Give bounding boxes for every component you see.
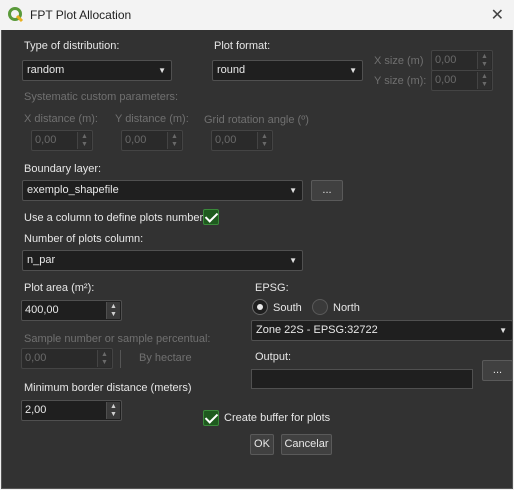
boundary-select[interactable]: exemplo_shapefile ▼	[22, 180, 303, 201]
output-label: Output:	[255, 351, 292, 363]
plot-area-spinbox[interactable]: 400,00 ▲ ▼	[21, 300, 122, 321]
spin-up-icon[interactable]: ▲	[81, 133, 88, 140]
spin-up-icon[interactable]: ▲	[171, 133, 178, 140]
distribution-label: Type of distribution:	[24, 40, 120, 52]
divider	[120, 350, 121, 368]
spin-down-icon[interactable]: ▼	[110, 311, 117, 318]
y-distance-value: 0,00	[125, 134, 147, 146]
y-size-spinbox[interactable]: 0,00 ▲ ▼	[431, 70, 493, 91]
south-label: South	[273, 302, 302, 314]
boundary-browse-button[interactable]: ...	[311, 180, 343, 201]
rotation-spinbox[interactable]: 0,00 ▲ ▼	[211, 130, 273, 151]
border-distance-value: 2,00	[25, 404, 47, 416]
qgis-logo-icon	[8, 7, 24, 23]
spin-buttons[interactable]: ▲ ▼	[106, 302, 120, 319]
buffer-label: Create buffer for plots	[224, 412, 331, 424]
ok-button[interactable]: OK	[250, 434, 274, 455]
boundary-value: exemplo_shapefile	[27, 184, 119, 196]
sample-label: Sample number or sample percentual:	[24, 333, 211, 345]
spin-buttons[interactable]: ▲ ▼	[257, 132, 271, 149]
epsg-label: EPSG:	[255, 282, 289, 294]
use-column-checkbox[interactable]	[203, 209, 219, 225]
spin-buttons[interactable]: ▲ ▼	[477, 52, 491, 69]
plot-format-label: Plot format:	[214, 40, 271, 52]
by-hectare-label: By hectare	[139, 352, 192, 364]
window-title: FPT Plot Allocation	[30, 8, 132, 22]
y-distance-spinbox[interactable]: 0,00 ▲ ▼	[121, 130, 183, 151]
chevron-down-icon: ▼	[158, 66, 166, 75]
plots-column-value: n_par	[27, 254, 56, 266]
spin-buttons[interactable]: ▲ ▼	[167, 132, 181, 149]
x-distance-spinbox[interactable]: 0,00 ▲ ▼	[31, 130, 93, 151]
x-distance-value: 0,00	[35, 134, 57, 146]
border-distance-spinbox[interactable]: 2,00 ▲ ▼	[21, 400, 122, 421]
spin-down-icon[interactable]: ▼	[481, 61, 488, 68]
rotation-value: 0,00	[215, 134, 237, 146]
spin-up-icon[interactable]: ▲	[481, 73, 488, 80]
distribution-value: random	[27, 64, 65, 76]
x-size-spinbox[interactable]: 0,00 ▲ ▼	[431, 50, 493, 71]
south-radio[interactable]	[252, 299, 268, 315]
boundary-label: Boundary layer:	[24, 163, 102, 175]
spin-down-icon[interactable]: ▼	[110, 411, 117, 418]
dialog-body: Type of distribution: random ▼ Plot form…	[1, 30, 513, 489]
border-distance-label: Minimum border distance (meters)	[24, 382, 192, 394]
chevron-down-icon: ▼	[349, 66, 357, 75]
spin-down-icon[interactable]: ▼	[171, 141, 178, 148]
spin-down-icon[interactable]: ▼	[481, 81, 488, 88]
spin-up-icon[interactable]: ▲	[101, 351, 108, 358]
close-icon[interactable]: ✕	[491, 5, 504, 25]
plots-column-select[interactable]: n_par ▼	[22, 250, 303, 271]
x-size-label: X size (m)	[374, 55, 424, 67]
plot-format-select[interactable]: round ▼	[212, 60, 363, 81]
plot-area-value: 400,00	[25, 304, 59, 316]
title-bar: FPT Plot Allocation ✕	[0, 0, 514, 30]
north-label: North	[333, 302, 360, 314]
distribution-select[interactable]: random ▼	[22, 60, 172, 81]
output-browse-button[interactable]: ...	[482, 360, 513, 381]
rotation-label: Grid rotation angle (º)	[204, 114, 309, 126]
spin-up-icon[interactable]: ▲	[261, 133, 268, 140]
zone-select[interactable]: Zone 22S - EPSG:32722 ▼	[251, 320, 513, 341]
spin-buttons[interactable]: ▲ ▼	[77, 132, 91, 149]
spin-up-icon[interactable]: ▲	[110, 303, 117, 310]
plots-column-label: Number of plots column:	[24, 233, 144, 245]
sample-value: 0,00	[25, 352, 47, 364]
chevron-down-icon: ▼	[289, 186, 297, 195]
output-path-field[interactable]	[251, 369, 473, 389]
x-size-value: 0,00	[435, 54, 457, 66]
spin-up-icon[interactable]: ▲	[481, 53, 488, 60]
spin-buttons[interactable]: ▲ ▼	[477, 72, 491, 89]
y-distance-label: Y distance (m):	[115, 113, 189, 125]
y-size-value: 0,00	[435, 74, 457, 86]
north-radio[interactable]	[312, 299, 328, 315]
chevron-down-icon: ▼	[289, 256, 297, 265]
spin-down-icon[interactable]: ▼	[81, 141, 88, 148]
y-size-label: Y size (m):	[374, 75, 427, 87]
spin-down-icon[interactable]: ▼	[261, 141, 268, 148]
chevron-down-icon: ▼	[499, 326, 507, 335]
plot-format-value: round	[217, 64, 246, 76]
x-distance-label: X distance (m):	[24, 113, 98, 125]
spin-up-icon[interactable]: ▲	[110, 403, 117, 410]
plot-area-label: Plot area (m²):	[24, 282, 95, 294]
spin-buttons[interactable]: ▲ ▼	[97, 350, 111, 367]
sample-spinbox[interactable]: 0,00 ▲ ▼	[21, 348, 113, 369]
spin-down-icon[interactable]: ▼	[101, 359, 108, 366]
buffer-checkbox[interactable]	[203, 410, 219, 426]
zone-value: Zone 22S - EPSG:32722	[256, 324, 378, 336]
spin-buttons[interactable]: ▲ ▼	[106, 402, 120, 419]
cancel-button[interactable]: Cancelar	[281, 434, 332, 455]
use-column-label: Use a column to define plots number	[24, 212, 204, 224]
systematic-header: Systematic custom parameters:	[24, 91, 179, 103]
